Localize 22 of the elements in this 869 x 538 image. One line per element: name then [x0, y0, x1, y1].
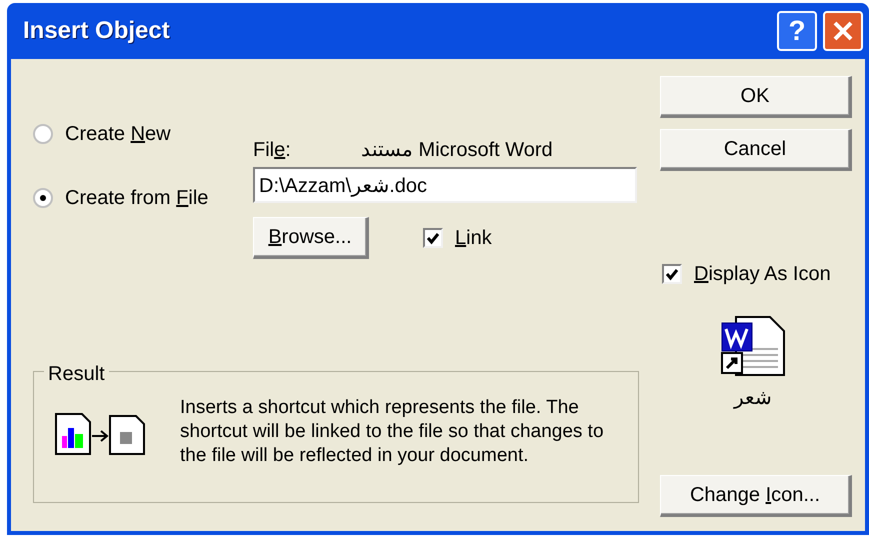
window-title: Insert Object	[23, 16, 171, 46]
document-shortcut-icon	[720, 315, 786, 377]
close-icon	[831, 19, 855, 43]
file-path-field[interactable]: D:\Azzam\شعر.doc	[253, 167, 637, 203]
radio-button[interactable]	[33, 124, 53, 144]
checkbox[interactable]	[662, 264, 682, 284]
checkbox[interactable]	[423, 228, 443, 248]
display-as-icon-checkbox[interactable]: Display As Icon	[662, 259, 856, 289]
radio-option[interactable]: Create from File	[33, 183, 253, 213]
help-button[interactable]: ?	[777, 11, 817, 51]
file-type-label: مستند Microsoft Word	[361, 138, 553, 163]
ok-button[interactable]: OK	[660, 76, 852, 118]
change-icon-button[interactable]: Change Icon...	[660, 475, 852, 517]
link-checkbox[interactable]: Link	[423, 223, 492, 253]
file-label: File:	[253, 138, 292, 163]
radio-button[interactable]	[33, 188, 53, 208]
icon-caption: شعر	[734, 386, 773, 411]
cancel-button[interactable]: Cancel	[660, 129, 852, 171]
result-description: Inserts a shortcut which represents the file. The shortcut will be linked to the file so that changes to the file will be reflected in your document.	[180, 396, 605, 468]
browse-button[interactable]: Browse...	[253, 217, 369, 259]
close-button[interactable]	[823, 11, 863, 51]
radio-option[interactable]: Create New	[33, 119, 253, 149]
